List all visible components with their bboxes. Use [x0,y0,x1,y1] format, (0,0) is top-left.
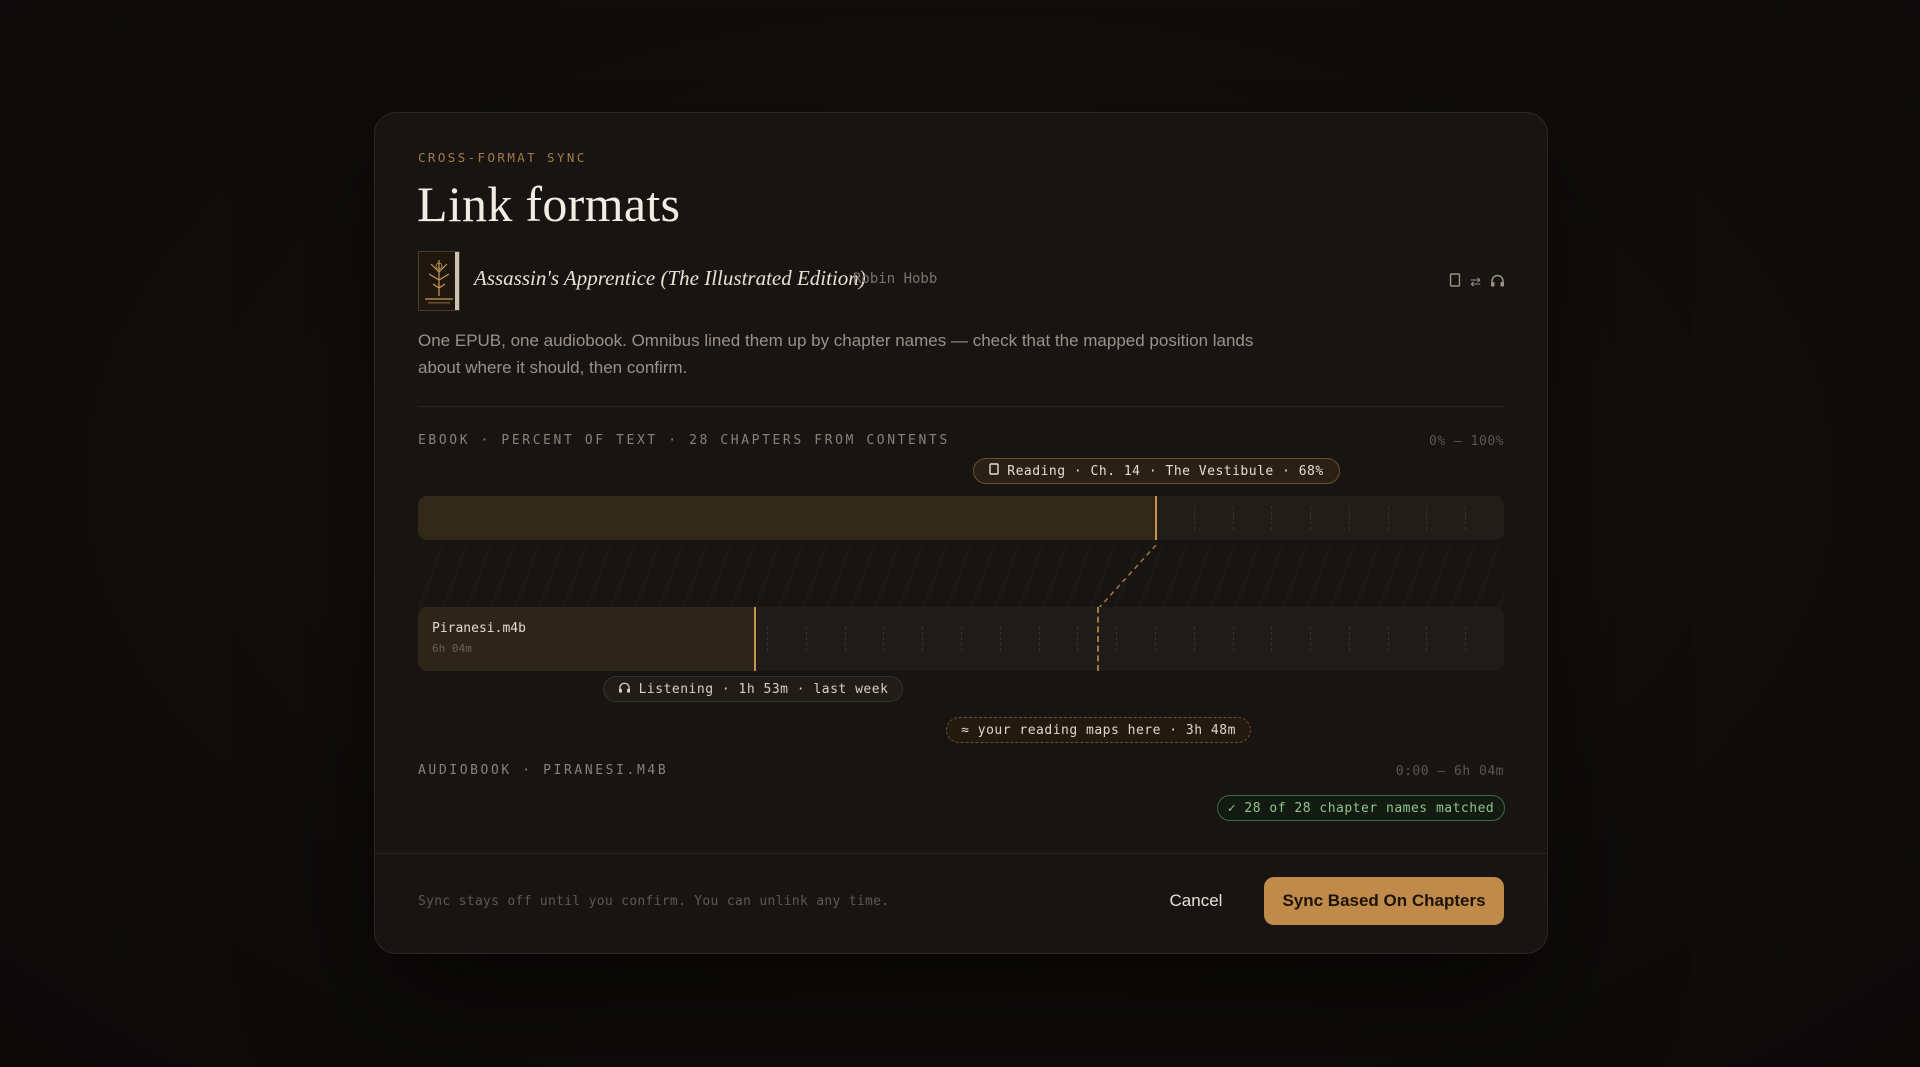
audiobook-chapter-tick [1310,627,1312,651]
audiobook-chapter-tick [1465,627,1467,651]
link-formats-dialog: CROSS-FORMAT SYNC Link formats Assassin'… [374,112,1548,954]
sync-chapters-button[interactable]: Sync Based On Chapters [1264,877,1504,925]
audiobook-chapter-tick [1233,627,1235,651]
chapter-match-badge: ✓ 28 of 28 chapter names matched [1217,795,1505,821]
ebook-progress-fill [418,496,1156,540]
audiobook-chapter-tick [883,627,885,651]
footer-divider [375,853,1547,854]
footer-note: Sync stays off until you confirm. You ca… [418,894,890,909]
ebook-icon [989,463,999,479]
section-divider [418,406,1504,407]
audiobook-chapter-tick [1077,627,1079,651]
ebook-chapter-tick [1310,506,1312,530]
description-text: One EPUB, one audiobook. Omnibus lined t… [418,331,1254,377]
book-cover [418,251,460,311]
ebook-chapter-tick [1426,506,1428,530]
ebook-chapter-tick [1271,506,1273,530]
audiobook-chapter-tick [1116,627,1118,651]
audiobook-chapter-tick [767,627,769,651]
audiobook-chapter-tick [1426,627,1428,651]
ebook-chapter-tick [1194,506,1196,530]
book-cover-art [419,252,459,310]
audiobook-track-label: AUDIOBOOK · PIRANESI.M4B [418,763,669,778]
audiobook-chapter-tick [1000,627,1002,651]
ebook-track-label: EBOOK · PERCENT OF TEXT · 28 CHAPTERS FR… [418,433,950,448]
headphones-icon [618,682,631,697]
ebook-progress-track[interactable] [418,496,1504,540]
mapped-position-pill: ≈ your reading maps here · 3h 48m [946,717,1251,743]
audiobook-progress-fill [418,607,755,671]
audiobook-playhead[interactable] [754,607,756,671]
ebook-chapter-tick [1349,506,1351,530]
ebook-chapter-tick [1233,506,1235,530]
audiobook-chapter-tick [1388,627,1390,651]
audiobook-chapter-tick [845,627,847,651]
audio-duration: 6h 04m [432,642,472,655]
audiobook-chapter-tick [1155,627,1157,651]
audiobook-chapter-tick [961,627,963,651]
book-title: Assassin's Apprentice (The Illustrated E… [474,266,866,290]
swap-arrows-icon: ⇄ [1470,273,1481,289]
ebook-icon [1449,273,1461,290]
page-title: Link formats [417,176,681,232]
book-author: Robin Hobb [853,271,938,287]
audiobook-progress-track[interactable]: Piranesi.m4b 6h 04m [418,607,1504,671]
ebook-chapter-tick [1465,506,1467,530]
ebook-range: 0% — 100% [1429,434,1504,449]
reading-position-text: Reading · Ch. 14 · The Vestibule · 68% [1007,463,1324,479]
eyebrow-label: CROSS-FORMAT SYNC [418,150,587,165]
listening-position-text: Listening · 1h 53m · last week [638,681,889,697]
mapping-connector [418,545,1504,609]
mapped-position-marker [1097,607,1099,671]
audiobook-chapter-tick [1349,627,1351,651]
headphones-icon [1490,274,1505,290]
cancel-button[interactable]: Cancel [1155,879,1237,923]
audiobook-chapter-tick [922,627,924,651]
audio-file-name: Piranesi.m4b [432,621,526,636]
listening-position-pill: Listening · 1h 53m · last week [603,676,903,702]
reading-position-pill: Reading · Ch. 14 · The Vestibule · 68% [973,458,1340,484]
audiobook-chapter-tick [806,627,808,651]
ebook-chapter-tick [1388,506,1390,530]
audiobook-range: 0:00 — 6h 04m [1395,764,1504,779]
audiobook-chapter-tick [1039,627,1041,651]
audiobook-chapter-tick [1271,627,1273,651]
ebook-playhead[interactable] [1155,496,1157,540]
audiobook-chapter-tick [1194,627,1196,651]
format-icons: ⇄ [1449,273,1505,290]
